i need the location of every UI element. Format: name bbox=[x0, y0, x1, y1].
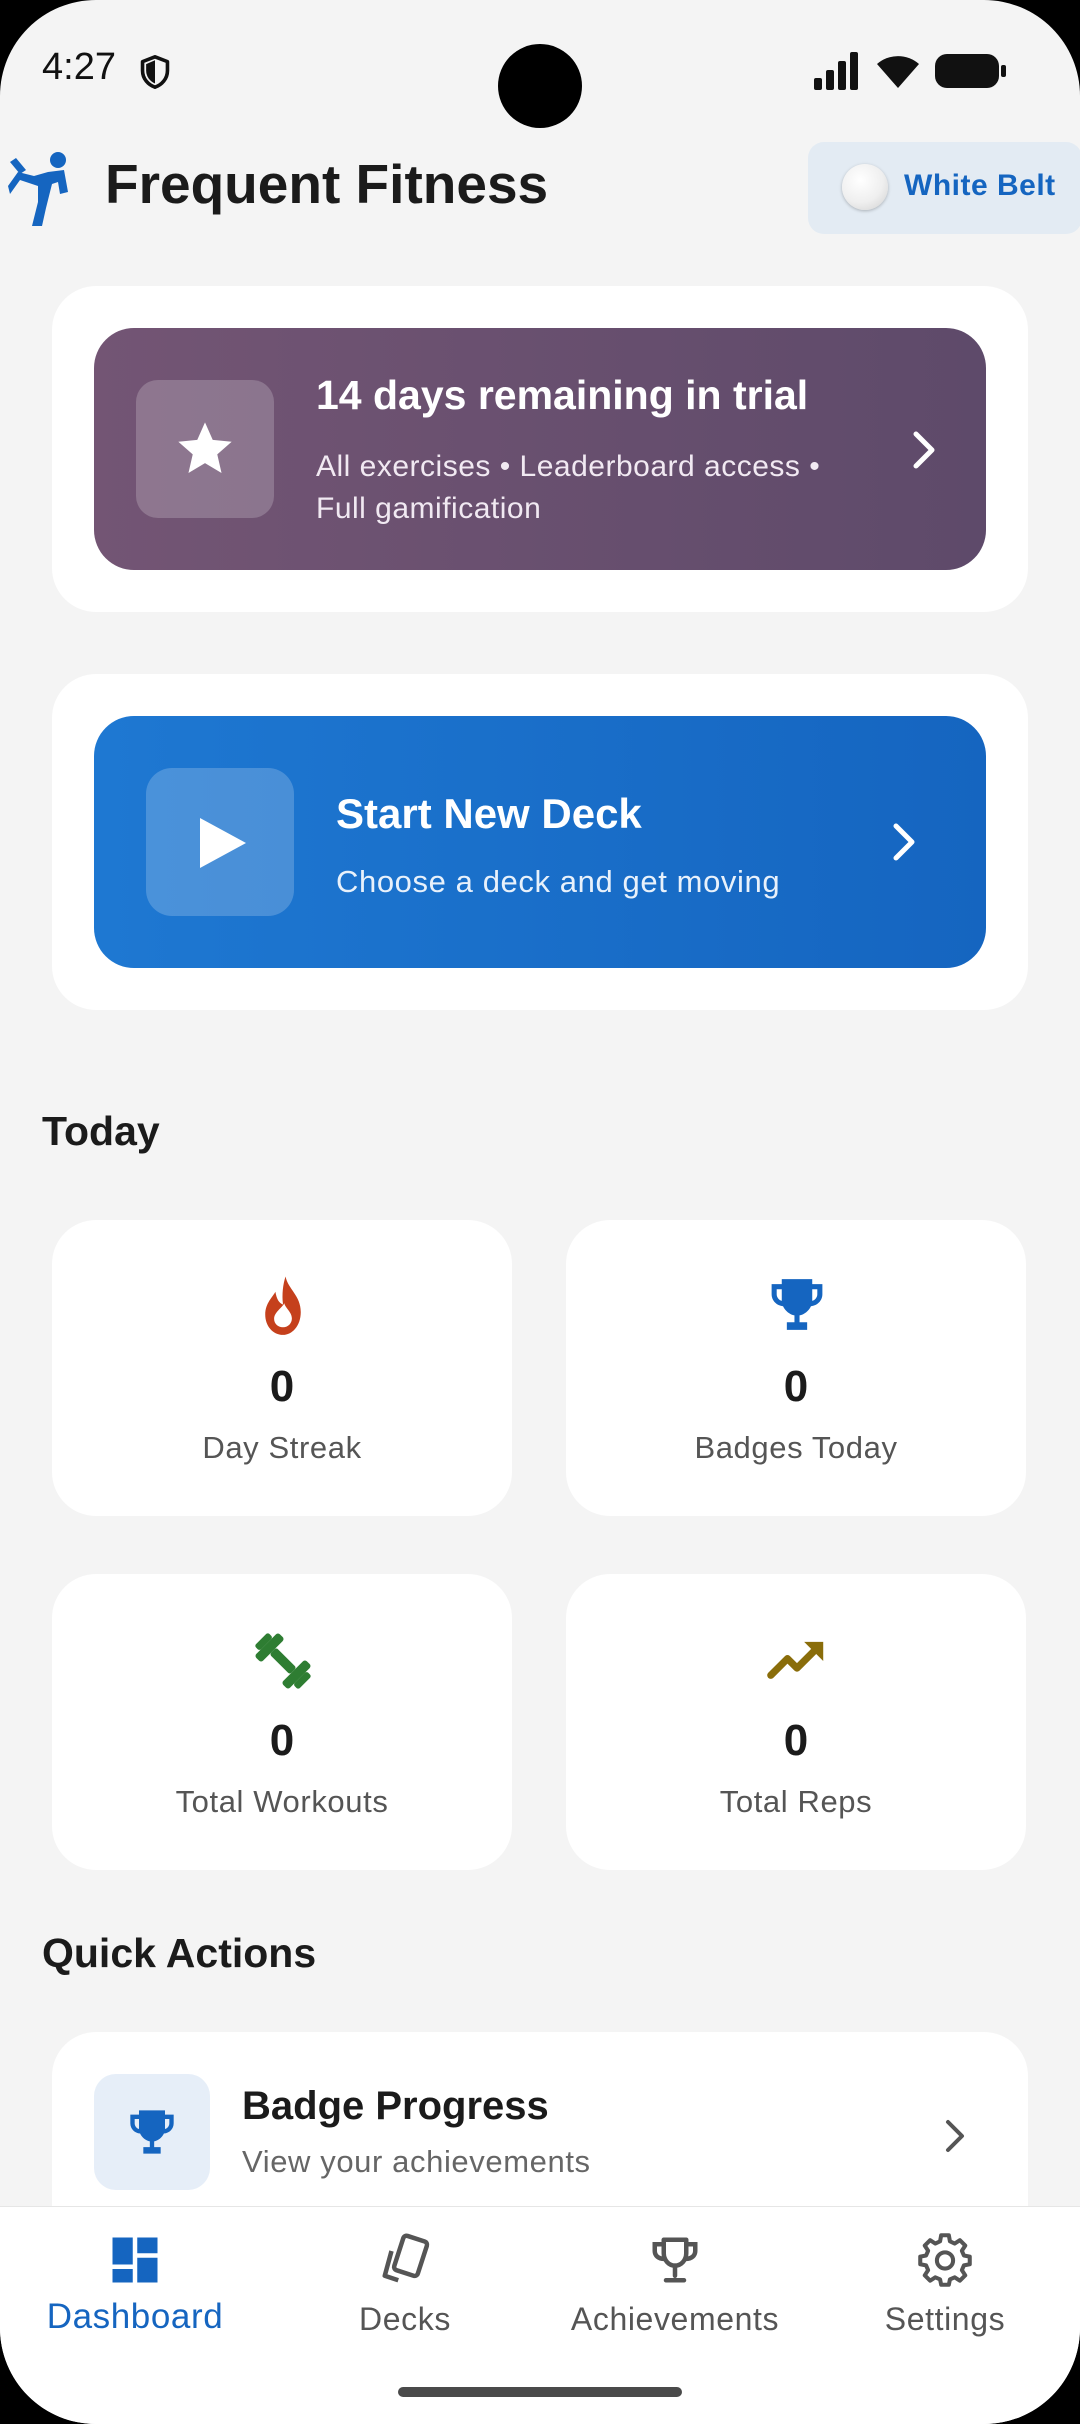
today-section-title: Today bbox=[42, 1108, 160, 1154]
cards-icon bbox=[382, 2233, 430, 2283]
gear-icon bbox=[918, 2233, 972, 2287]
nav-label: Settings bbox=[884, 2301, 1006, 2337]
signal-icon bbox=[814, 52, 858, 90]
dashboard-icon bbox=[112, 2237, 158, 2283]
stat-value: 0 bbox=[269, 1716, 295, 1765]
app-screen: 4:27 Frequent Fitness White Belt 14 days… bbox=[0, 0, 1080, 2424]
quick-actions-section-title: Quick Actions bbox=[42, 1930, 317, 1976]
belt-color-dot bbox=[842, 164, 888, 210]
status-time: 4:27 bbox=[42, 46, 116, 88]
shield-icon bbox=[140, 54, 170, 90]
trending-up-icon bbox=[767, 1641, 824, 1679]
quick-action-title: Badge Progress bbox=[242, 2084, 549, 2128]
stat-value: 0 bbox=[783, 1716, 809, 1765]
trial-title: 14 days remaining in trial bbox=[316, 372, 809, 418]
dumbbell-icon bbox=[255, 1633, 311, 1689]
nav-label: Decks bbox=[359, 2301, 451, 2337]
start-new-deck-button[interactable]: Start New Deck Choose a deck and get mov… bbox=[94, 716, 986, 968]
star-icon bbox=[178, 422, 232, 473]
camera-cutout bbox=[498, 44, 582, 128]
nav-label: Achievements bbox=[570, 2301, 780, 2337]
deck-title: Start New Deck bbox=[336, 790, 642, 837]
nav-tab-dashboard[interactable]: Dashboard bbox=[0, 2207, 270, 2367]
trial-subtitle: All exercises • Leaderboard access • Ful… bbox=[316, 450, 821, 525]
nav-tab-settings[interactable]: Settings bbox=[810, 2207, 1080, 2367]
chevron-right-icon bbox=[913, 431, 935, 469]
chevron-right-icon bbox=[946, 2120, 964, 2152]
chevron-right-icon bbox=[893, 823, 915, 861]
play-icon bbox=[200, 818, 246, 868]
deck-subtitle: Choose a deck and get moving bbox=[336, 864, 781, 899]
flame-icon bbox=[265, 1276, 301, 1335]
stat-label: Total Workouts bbox=[175, 1784, 389, 1819]
trial-card: 14 days remaining in trial All exercises… bbox=[52, 286, 1028, 612]
battery-icon bbox=[935, 54, 1006, 88]
stat-label: Badges Today bbox=[694, 1430, 898, 1465]
stat-card-badges-today[interactable]: 0 Badges Today bbox=[566, 1220, 1026, 1516]
karate-kick-logo-icon bbox=[8, 152, 68, 226]
play-icon-box bbox=[146, 768, 294, 916]
trial-icon-box bbox=[136, 380, 274, 518]
wifi-icon bbox=[877, 56, 919, 88]
trophy-outline-icon bbox=[652, 2237, 698, 2283]
stat-card-total-reps[interactable]: 0 Total Reps bbox=[566, 1574, 1026, 1870]
app-title: Frequent Fitness bbox=[105, 153, 549, 215]
belt-rank-label: White Belt bbox=[904, 169, 1056, 202]
status-bar: 4:27 bbox=[0, 0, 1080, 140]
quick-action-subtitle: View your achievements bbox=[242, 2144, 591, 2179]
trophy-icon bbox=[771, 1279, 823, 1330]
nav-tab-achievements[interactable]: Achievements bbox=[540, 2207, 810, 2367]
trophy-icon bbox=[130, 2110, 174, 2154]
stat-label: Total Reps bbox=[719, 1784, 873, 1819]
trial-banner[interactable]: 14 days remaining in trial All exercises… bbox=[94, 328, 986, 570]
nav-label: Dashboard bbox=[46, 2297, 224, 2336]
bottom-navigation: Dashboard Decks Achievements Settings bbox=[0, 2206, 1080, 2424]
badge-icon-box bbox=[94, 2074, 210, 2190]
home-indicator[interactable] bbox=[398, 2387, 682, 2397]
start-deck-card: Start New Deck Choose a deck and get mov… bbox=[52, 674, 1028, 1010]
stat-card-total-workouts[interactable]: 0 Total Workouts bbox=[52, 1574, 512, 1870]
stat-value: 0 bbox=[783, 1362, 809, 1411]
nav-tab-decks[interactable]: Decks bbox=[270, 2207, 540, 2367]
belt-rank-chip[interactable]: White Belt bbox=[808, 142, 1080, 234]
stat-label: Day Streak bbox=[202, 1430, 362, 1465]
stat-value: 0 bbox=[269, 1362, 295, 1411]
stat-card-day-streak[interactable]: 0 Day Streak bbox=[52, 1220, 512, 1516]
